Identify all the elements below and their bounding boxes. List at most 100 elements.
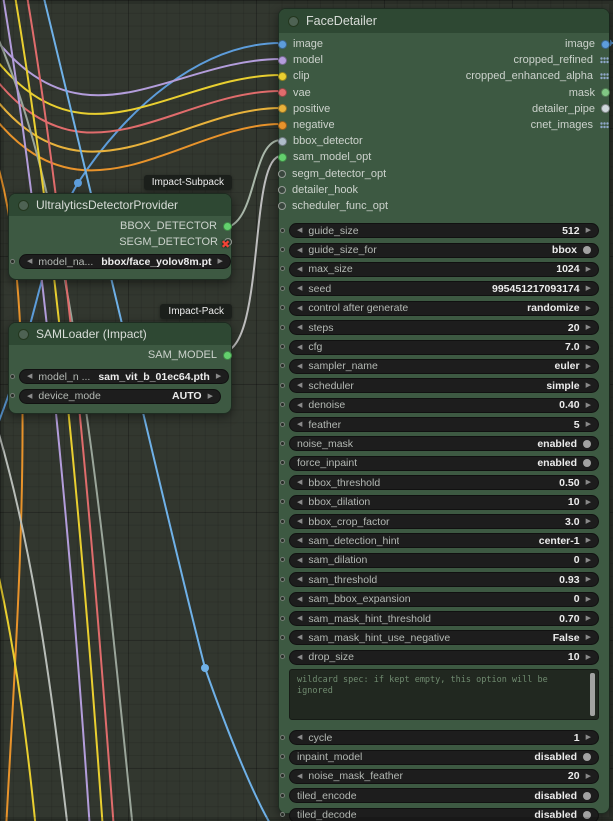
decrement-arrow-icon[interactable]: ◀ [297, 227, 302, 234]
list-output-grid-icon[interactable] [599, 121, 610, 130]
decrement-arrow-icon[interactable]: ◀ [297, 305, 302, 312]
widget-input-dot[interactable] [280, 499, 285, 505]
increment-arrow-icon[interactable]: ▶ [586, 634, 591, 641]
input-port-scheduler-func-opt[interactable] [278, 201, 286, 210]
widget-input-dot[interactable] [280, 557, 285, 563]
decrement-arrow-icon[interactable]: ◀ [297, 421, 302, 428]
widget-input-dot[interactable] [280, 537, 285, 543]
increment-arrow-icon[interactable]: ▶ [218, 258, 223, 265]
output-port-detailer-pipe[interactable] [601, 104, 610, 114]
node-face-detailer[interactable]: FaceDetailer image model clip vae positive ne… [278, 8, 610, 821]
widget-input-dot[interactable] [280, 460, 285, 466]
widget-input-dot[interactable] [10, 258, 15, 264]
input-port-segm-detector-opt[interactable] [278, 169, 286, 178]
toggle-indicator-icon[interactable] [583, 791, 591, 800]
increment-arrow-icon[interactable]: ▶ [586, 557, 591, 564]
node-graph-canvas[interactable]: Impact-Subpack Impact-Pack UltralyticsDe… [0, 0, 613, 821]
widget-guide-size-for[interactable]: ◀ guide_size_for bbox [289, 242, 599, 258]
widget-input-dot[interactable] [280, 576, 285, 582]
decrement-arrow-icon[interactable]: ◀ [297, 596, 302, 603]
increment-arrow-icon[interactable]: ▶ [586, 479, 591, 486]
node-collapse-dot[interactable] [18, 328, 29, 340]
toggle-indicator-icon[interactable] [583, 459, 591, 468]
decrement-arrow-icon[interactable]: ◀ [297, 615, 302, 622]
textarea-scrollbar-icon[interactable] [590, 672, 595, 716]
increment-arrow-icon[interactable]: ▶ [586, 615, 591, 622]
widget-input-dot[interactable] [280, 402, 285, 408]
node-collapse-dot[interactable] [18, 199, 29, 211]
widget-bbox-threshold[interactable]: ◀ bbox_threshold 0.50 ▶ [289, 475, 599, 491]
widget-noise-mask-feather[interactable]: ◀ noise_mask_feather 20 ▶ [289, 768, 599, 784]
widget-tiled-decode[interactable]: tiled_decode disabled [289, 807, 599, 821]
input-port-detailer-hook[interactable] [278, 185, 286, 194]
increment-arrow-icon[interactable]: ▶ [586, 363, 591, 370]
input-port-bbox-detector[interactable] [278, 136, 287, 146]
increment-arrow-icon[interactable]: ▶ [586, 324, 591, 331]
node-collapse-dot[interactable] [288, 15, 299, 27]
widget-tiled-encode[interactable]: tiled_encode disabled [289, 788, 599, 804]
widget-input-dot[interactable] [280, 773, 285, 779]
input-port-vae[interactable] [278, 88, 287, 98]
widget-model-n[interactable]: ◀ model_n ... sam_vit_b_01ec64.pth ▶ [19, 369, 230, 385]
widget-control-after-generate[interactable]: ◀ control after generate randomize ▶ [289, 300, 599, 316]
toggle-indicator-icon[interactable] [583, 753, 591, 762]
decrement-arrow-icon[interactable]: ◀ [297, 479, 302, 486]
widget-device-mode[interactable]: ◀ device_mode AUTO ▶ [19, 388, 221, 404]
node-ultralytics-detector-provider[interactable]: UltralyticsDetectorProvider BBOX_DETECTO… [8, 193, 232, 280]
toggle-indicator-icon[interactable] [583, 811, 591, 820]
output-port-image[interactable] [601, 39, 610, 49]
increment-arrow-icon[interactable]: ▶ [586, 773, 591, 780]
widget-input-dot[interactable] [280, 382, 285, 388]
input-port-sam-model-opt[interactable] [278, 152, 287, 162]
widget-noise-mask[interactable]: noise_mask enabled [289, 436, 599, 452]
increment-arrow-icon[interactable]: ▶ [586, 596, 591, 603]
decrement-arrow-icon[interactable]: ◀ [297, 773, 302, 780]
decrement-arrow-icon[interactable]: ◀ [297, 734, 302, 741]
decrement-arrow-icon[interactable]: ◀ [297, 576, 302, 583]
widget-drop-size[interactable]: ◀ drop_size 10 ▶ [289, 649, 599, 665]
node-sam-loader-impact[interactable]: SAMLoader (Impact) SAM_MODEL ◀ model_n ..… [8, 322, 232, 414]
widget-steps[interactable]: ◀ steps 20 ▶ [289, 320, 599, 336]
widget-input-dot[interactable] [280, 344, 285, 350]
increment-arrow-icon[interactable]: ▶ [586, 734, 591, 741]
decrement-arrow-icon[interactable]: ◀ [297, 499, 302, 506]
widget-inpaint-model[interactable]: inpaint_model disabled [289, 749, 599, 765]
decrement-arrow-icon[interactable]: ◀ [297, 634, 302, 641]
widget-input-dot[interactable] [280, 615, 285, 621]
widget-sam-mask-hint-use-negative[interactable]: ◀ sam_mask_hint_use_negative False ▶ [289, 630, 599, 646]
widget-bbox-dilation[interactable]: ◀ bbox_dilation 10 ▶ [289, 494, 599, 510]
increment-arrow-icon[interactable]: ▶ [586, 654, 591, 661]
widget-input-dot[interactable] [280, 654, 285, 660]
decrement-arrow-icon[interactable]: ◀ [297, 557, 302, 564]
decrement-arrow-icon[interactable]: ◀ [297, 344, 302, 351]
widget-model-na[interactable]: ◀ model_na... bbox/face_yolov8m.pt ▶ [19, 254, 231, 270]
increment-arrow-icon[interactable]: ▶ [586, 537, 591, 544]
widget-input-dot[interactable] [10, 393, 15, 399]
increment-arrow-icon[interactable]: ▶ [586, 305, 591, 312]
increment-arrow-icon[interactable]: ▶ [216, 373, 221, 380]
node-header[interactable]: UltralyticsDetectorProvider [9, 194, 231, 216]
toggle-indicator-icon[interactable] [583, 439, 591, 448]
output-port-mask[interactable] [601, 88, 610, 98]
widget-input-dot[interactable] [280, 421, 285, 427]
increment-arrow-icon[interactable]: ▶ [586, 266, 591, 273]
decrement-arrow-icon[interactable]: ◀ [297, 266, 302, 273]
increment-arrow-icon[interactable]: ▶ [586, 382, 591, 389]
widget-sam-mask-hint-threshold[interactable]: ◀ sam_mask_hint_threshold 0.70 ▶ [289, 611, 599, 626]
widget-input-dot[interactable] [280, 812, 285, 818]
decrement-arrow-icon[interactable]: ◀ [297, 518, 302, 525]
widget-scheduler[interactable]: ◀ scheduler simple ▶ [289, 378, 599, 394]
link-midpoint-dot-0[interactable] [74, 179, 82, 187]
node-header[interactable]: SAMLoader (Impact) [9, 323, 231, 345]
widget-input-dot[interactable] [280, 734, 285, 740]
widget-sam-bbox-expansion[interactable]: ◀ sam_bbox_expansion 0 ▶ [289, 591, 599, 607]
wildcard-textarea[interactable]: wildcard spec: if kept empty, this optio… [289, 668, 599, 720]
increment-arrow-icon[interactable]: ▶ [586, 402, 591, 409]
decrement-arrow-icon[interactable]: ◀ [297, 537, 302, 544]
widget-sam-detection-hint[interactable]: ◀ sam_detection_hint center-1 ▶ [289, 533, 599, 549]
input-port-image[interactable] [278, 39, 287, 49]
decrement-arrow-icon[interactable]: ◀ [297, 402, 302, 409]
widget-sam-threshold[interactable]: ◀ sam_threshold 0.93 ▶ [289, 572, 599, 588]
output-port-sam-model[interactable] [223, 350, 232, 360]
increment-arrow-icon[interactable]: ▶ [586, 518, 591, 525]
